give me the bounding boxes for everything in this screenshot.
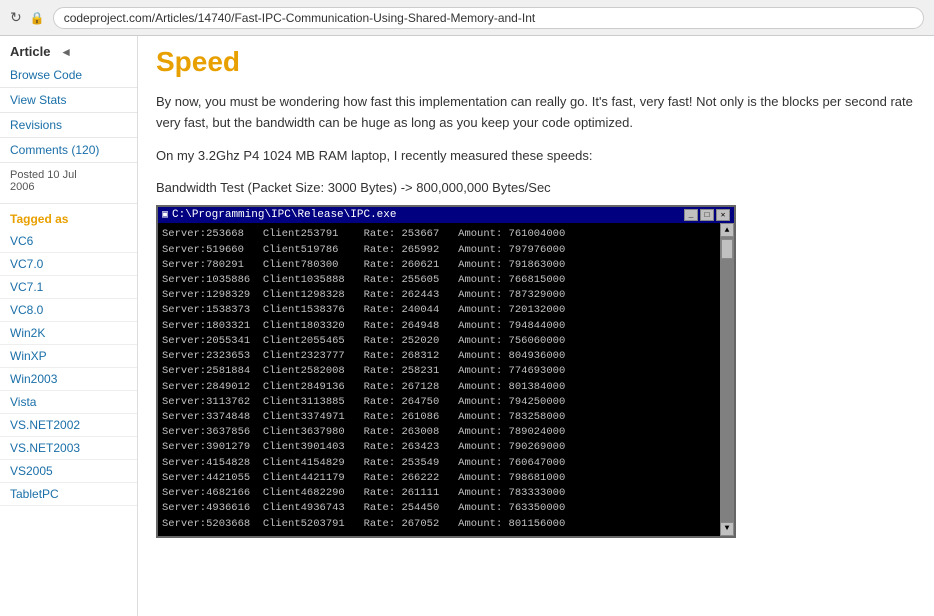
scroll-down-button[interactable]: ▼ [720,522,734,536]
sidebar-item-comments[interactable]: Comments (120) [0,138,137,163]
console-title-left: ▣ C:\Programming\IPC\Release\IPC.exe [162,209,396,221]
tag-tabletpc[interactable]: TabletPC [0,483,137,506]
tag-vc70[interactable]: VC7.0 [0,253,137,276]
page-container: Article ◄ Browse Code View Stats Revisio… [0,36,934,616]
console-title-text: C:\Programming\IPC\Release\IPC.exe [172,209,396,221]
tag-win2003[interactable]: Win2003 [0,368,137,391]
console-scrollbar[interactable]: ▲ ▼ [720,223,734,535]
tag-vsnet2002[interactable]: VS.NET2002 [0,414,137,437]
tag-vsnet2003[interactable]: VS.NET2003 [0,437,137,460]
console-titlebar: ▣ C:\Programming\IPC\Release\IPC.exe _ □… [158,207,734,223]
scroll-thumb[interactable] [721,239,733,259]
tag-vc80[interactable]: VC8.0 [0,299,137,322]
console-output: Server:253668 Client253791 Rate: 253667 … [158,223,720,535]
article-header: Article ◄ [0,36,137,63]
tagged-as-header: Tagged as [0,204,137,230]
intro-paragraph: By now, you must be wondering how fast t… [156,92,916,134]
window-buttons: _ □ ✕ [684,209,730,221]
console-body: Server:253668 Client253791 Rate: 253667 … [158,223,734,535]
sidebar: Article ◄ Browse Code View Stats Revisio… [0,36,138,616]
browser-bar: ↻ 🔒 codeproject.com/Articles/14740/Fast-… [0,0,934,36]
sidebar-item-view-stats[interactable]: View Stats [0,88,137,113]
refresh-icon[interactable]: ↻ [10,9,22,26]
maximize-button[interactable]: □ [700,209,714,221]
console-app-icon: ▣ [162,209,168,221]
sidebar-item-browse-code[interactable]: Browse Code [0,63,137,88]
url-bar[interactable]: codeproject.com/Articles/14740/Fast-IPC-… [53,7,924,29]
tag-winxp[interactable]: WinXP [0,345,137,368]
tag-win2k[interactable]: Win2K [0,322,137,345]
scroll-up-button[interactable]: ▲ [720,223,734,237]
main-content: Speed By now, you must be wondering how … [138,36,934,616]
scroll-track [720,237,734,521]
tag-vs2005[interactable]: VS2005 [0,460,137,483]
lock-icon: 🔒 [30,11,45,25]
speed-paragraph: On my 3.2Ghz P4 1024 MB RAM laptop, I re… [156,146,916,167]
tag-vc71[interactable]: VC7.1 [0,276,137,299]
console-window: ▣ C:\Programming\IPC\Release\IPC.exe _ □… [156,205,736,537]
posted-text: Posted 10 Jul2006 [0,163,137,204]
page-title: Speed [156,46,916,78]
bandwidth-paragraph: Bandwidth Test (Packet Size: 3000 Bytes)… [156,180,916,195]
close-button[interactable]: ✕ [716,209,730,221]
tag-vista[interactable]: Vista [0,391,137,414]
sidebar-item-revisions[interactable]: Revisions [0,113,137,138]
back-arrow-icon[interactable]: ◄ [60,45,72,59]
tag-vc6[interactable]: VC6 [0,230,137,253]
minimize-button[interactable]: _ [684,209,698,221]
